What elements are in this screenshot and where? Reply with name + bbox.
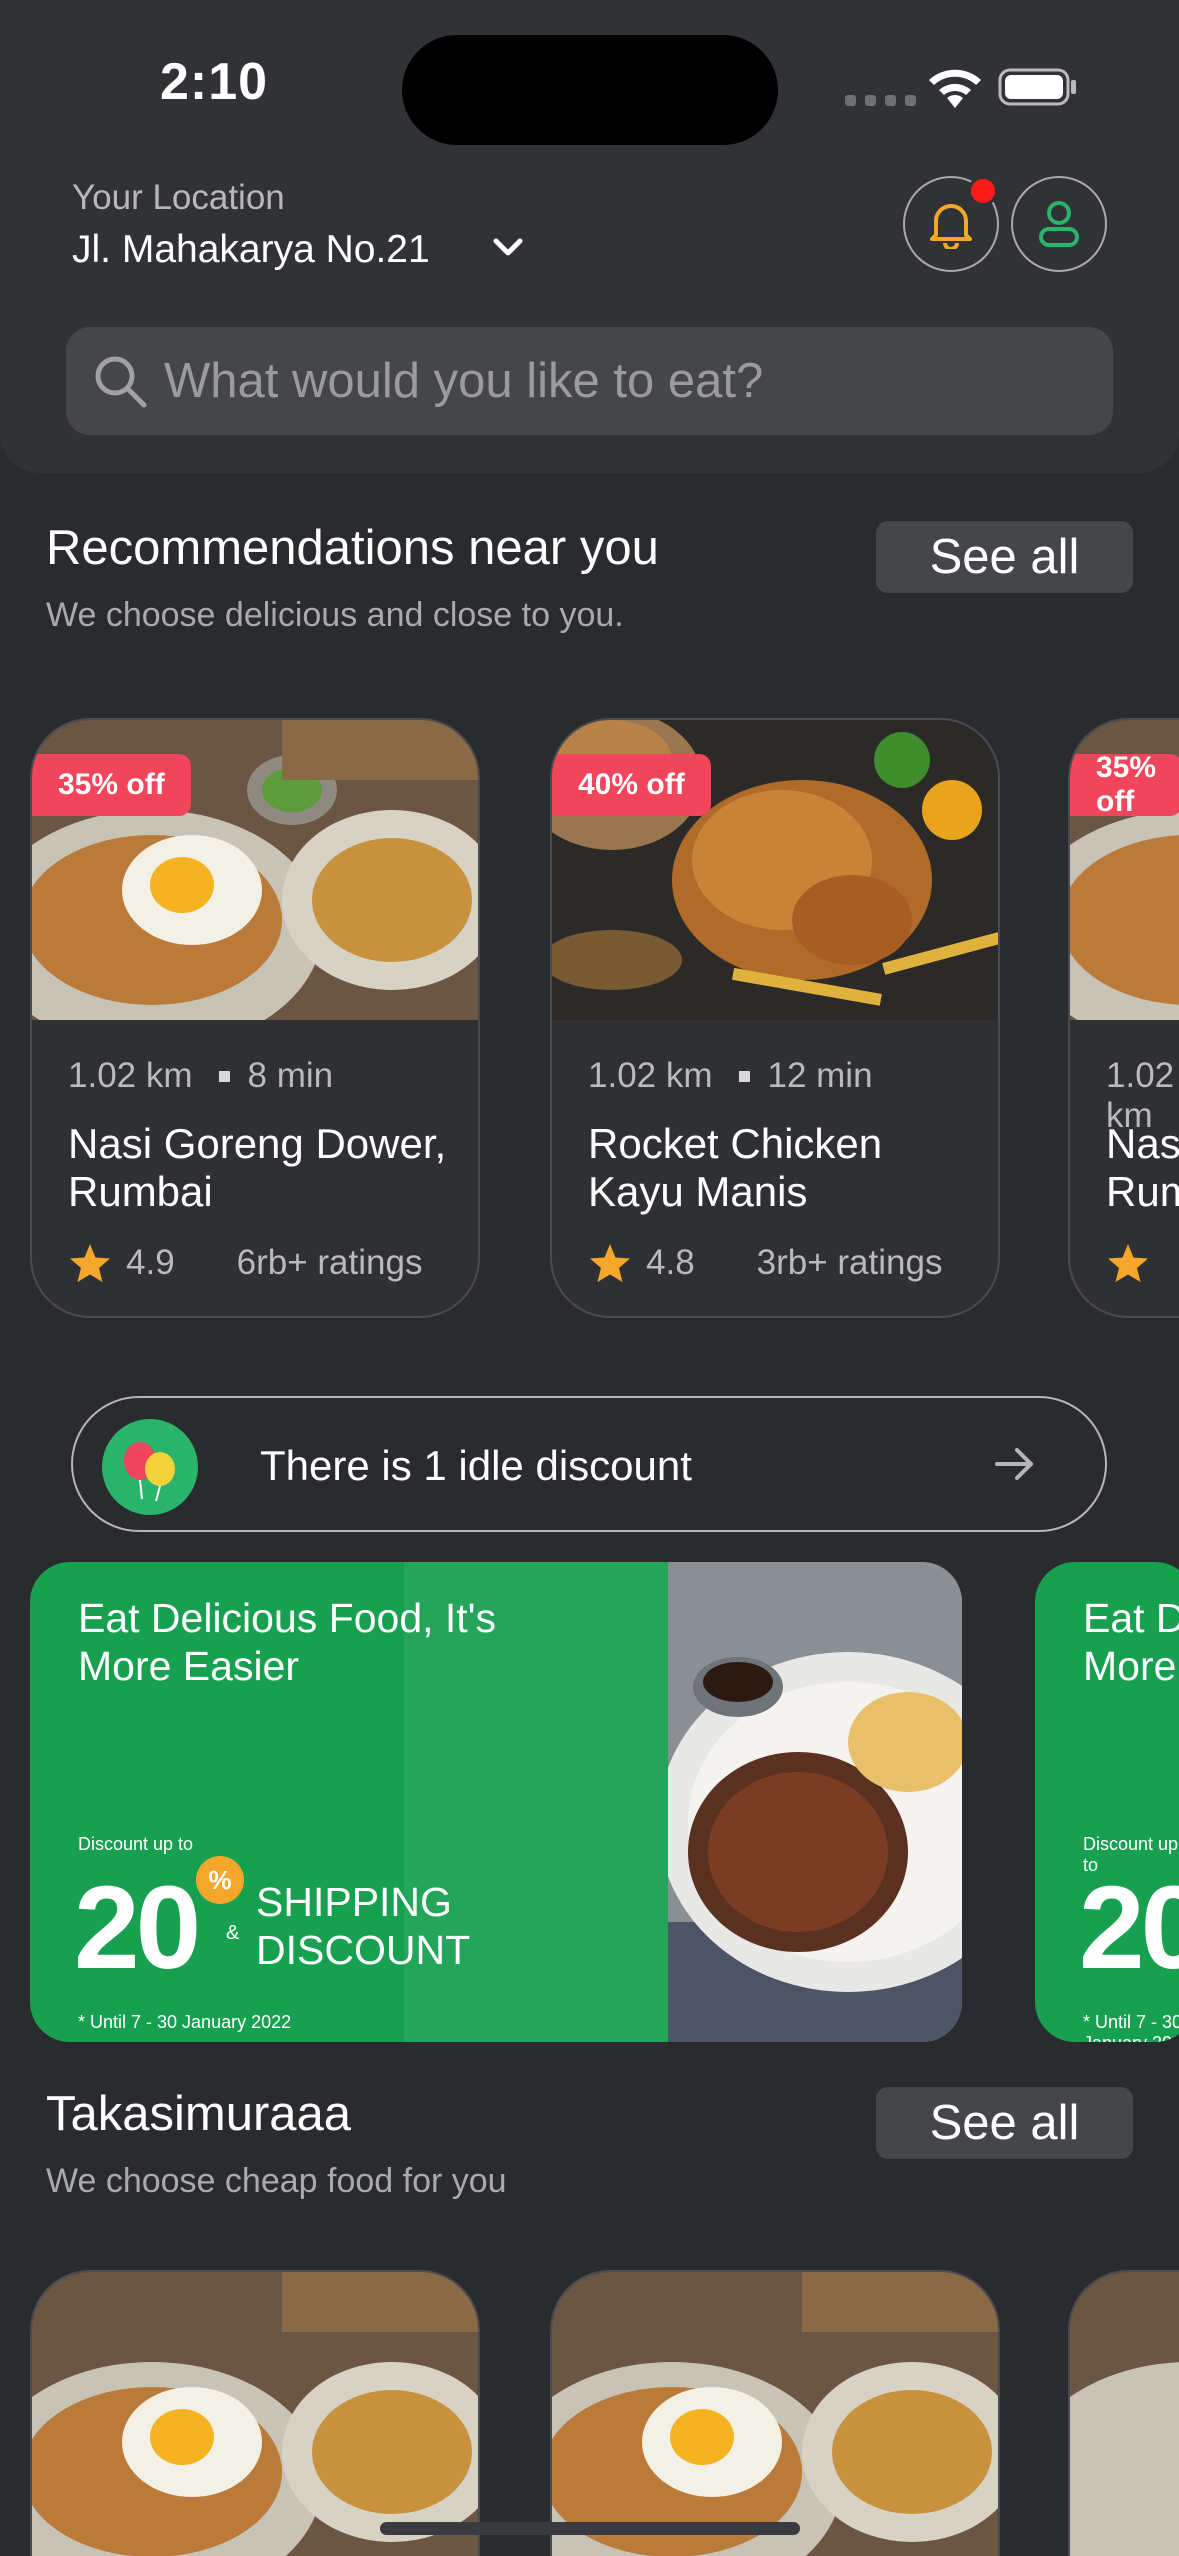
discount-badge: 35% off <box>32 754 191 816</box>
distance-time: 1.02 km 12 min <box>588 1056 873 1096</box>
user-icon <box>1039 201 1079 247</box>
ratings-count: 6rb+ ratings <box>236 1243 423 1282</box>
restaurant-card[interactable] <box>1068 2270 1179 2556</box>
location-value[interactable]: Jl. Mahakarya No.21 <box>72 228 430 272</box>
restaurant-name: Nasi Goreng Dower, Rumbai <box>68 1120 447 1215</box>
search-icon <box>95 356 147 408</box>
promo-banner[interactable]: Eat Delicious Food, It's More Easier Dis… <box>30 1562 962 2042</box>
search-input[interactable] <box>164 353 1064 409</box>
bell-icon <box>930 204 972 249</box>
cellular-signal-icon <box>845 95 916 106</box>
idle-discount-text: There is 1 idle discount <box>260 1442 692 1489</box>
star-icon <box>590 1244 630 1282</box>
banner-title: Eat Delicious Food, It's More Easier <box>1083 1595 1179 1689</box>
discount-badge: 40% off <box>552 754 711 816</box>
restaurant-name: Rocket Chicken Kayu Manis <box>588 1120 883 1215</box>
restaurant-card[interactable]: 40% off 1.02 km 12 min Rocket Chicken Ka… <box>550 718 1000 1318</box>
restaurant-card[interactable] <box>550 2270 1000 2556</box>
food-image <box>1070 2272 1179 2556</box>
rating-row <box>1106 1242 1150 1284</box>
ratings-count: 3rb+ ratings <box>756 1243 943 1282</box>
battery-icon <box>998 68 1076 106</box>
food-image <box>32 2272 478 2556</box>
profile-button[interactable] <box>1011 176 1107 272</box>
food-image <box>552 2272 998 2556</box>
ampersand-text: & <box>226 1922 240 1944</box>
takasimuraaa-subtitle: We choose cheap food for you <box>46 2162 507 2200</box>
time-text: 8 min <box>247 1056 334 1095</box>
home-indicator[interactable] <box>380 2522 800 2535</box>
time-text: 12 min <box>767 1056 873 1095</box>
percent-badge: % <box>196 1856 244 1904</box>
distance-time: 1.02 km 8 min <box>68 1056 333 1096</box>
banner-until-date: * Until 7 - 30 January 2022 <box>1083 2012 1179 2042</box>
rating-value: 4.8 <box>646 1243 695 1282</box>
recommendations-subtitle: We choose delicious and close to you. <box>46 596 624 634</box>
restaurant-card[interactable] <box>30 2270 480 2556</box>
arrow-right-icon <box>995 1448 1033 1480</box>
search-bar[interactable] <box>66 327 1113 435</box>
recommendations-title: Recommendations near you <box>46 521 659 575</box>
takasimuraaa-title: Takasimuraaa <box>46 2087 352 2141</box>
star-icon <box>1108 1244 1148 1282</box>
steak-image <box>658 1562 962 2042</box>
discount-value: 20 <box>74 1862 201 1994</box>
status-time: 2:10 <box>160 53 269 111</box>
restaurant-card[interactable]: 35% off 1.02 km 8 min Nasi Goreng Dower,… <box>30 718 480 1318</box>
see-all-button[interactable]: See all <box>876 521 1133 593</box>
star-icon <box>70 1244 110 1282</box>
separator-dot <box>218 1070 230 1082</box>
shipping-discount-text: SHIPPING DISCOUNT <box>256 1879 471 1973</box>
promo-banner[interactable]: Eat Delicious Food, It's More Easier Dis… <box>1035 1562 1179 2042</box>
distance-text: 1.02 km <box>68 1056 193 1095</box>
rating-row: 4.8 3rb+ ratings <box>588 1242 942 1284</box>
banner-title: Eat Delicious Food, It's More Easier <box>78 1595 497 1689</box>
discount-badge: 35% off <box>1070 751 1179 818</box>
chevron-down-icon[interactable] <box>490 234 526 260</box>
separator-dot <box>738 1070 750 1082</box>
balloon-icon <box>102 1419 198 1515</box>
restaurant-card[interactable]: 35% off 1.02 km Nasi Goreng Dower, Rumba… <box>1068 718 1179 1318</box>
distance-text: 1.02 km <box>588 1056 713 1095</box>
see-all-button[interactable]: See all <box>876 2087 1133 2159</box>
discount-label: Discount up to <box>78 1834 194 1854</box>
restaurant-name: Nasi Goreng Dower, Rumbai <box>1106 1120 1179 1215</box>
banner-until-date: * Until 7 - 30 January 2022 <box>78 2012 292 2032</box>
notification-dot <box>968 176 998 206</box>
rating-value: 4.9 <box>126 1243 175 1282</box>
location-label: Your Location <box>72 178 285 217</box>
rating-row: 4.9 6rb+ ratings <box>68 1242 422 1284</box>
discount-value: 20 <box>1079 1862 1179 1994</box>
idle-discount-button[interactable]: There is 1 idle discount <box>71 1396 1107 1532</box>
dynamic-island <box>402 35 778 145</box>
wifi-icon <box>929 69 981 108</box>
